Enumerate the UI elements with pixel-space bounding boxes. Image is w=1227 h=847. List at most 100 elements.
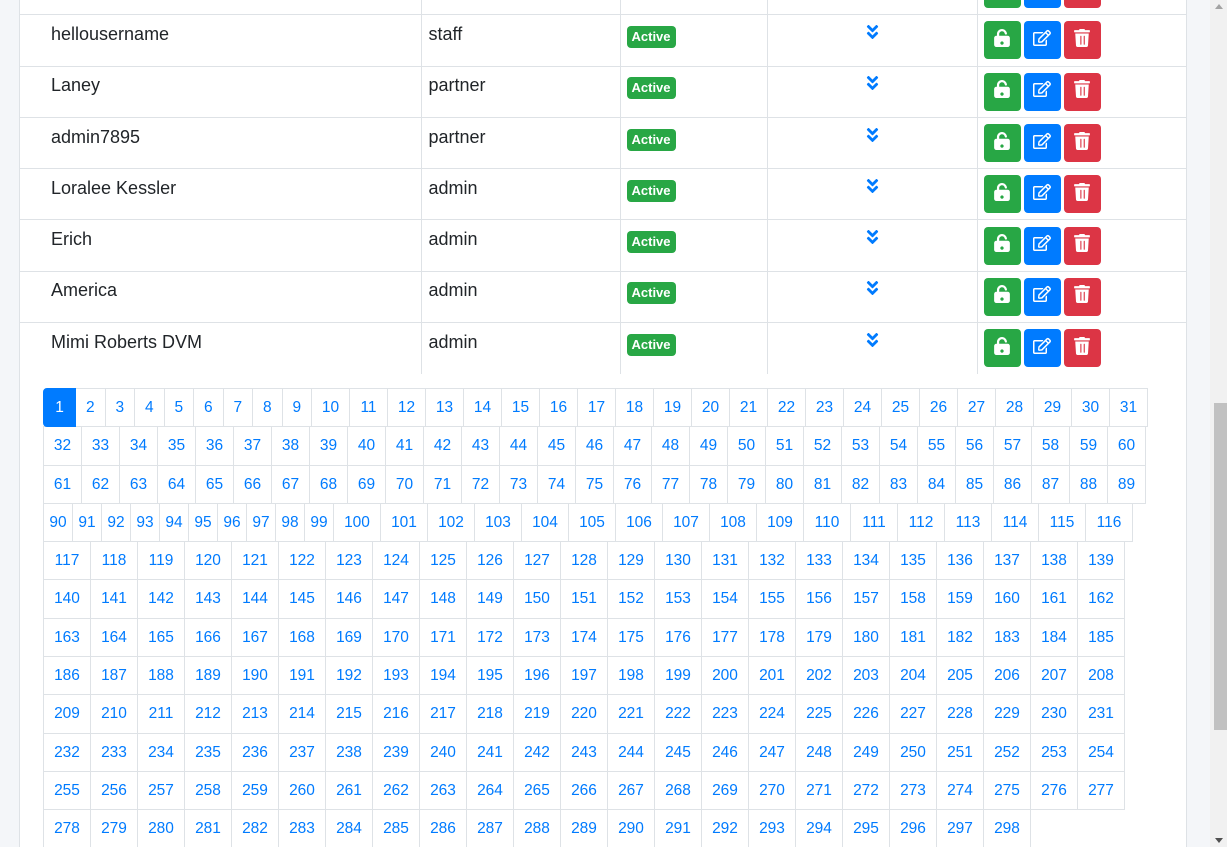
chevron-double-down-icon[interactable] xyxy=(866,177,879,198)
unlock-button[interactable] xyxy=(983,21,1021,60)
chevron-double-down-icon[interactable] xyxy=(866,23,879,44)
page-link-66[interactable]: 66 xyxy=(233,464,272,504)
page-link-242[interactable]: 242 xyxy=(513,732,561,772)
page-link-142[interactable]: 142 xyxy=(137,579,185,619)
page-link-121[interactable]: 121 xyxy=(231,541,279,581)
page-link-19[interactable]: 19 xyxy=(653,388,692,428)
page-link-118[interactable]: 118 xyxy=(90,541,138,581)
edit-button[interactable] xyxy=(1023,175,1061,214)
page-link-31[interactable]: 31 xyxy=(1109,388,1148,428)
page-link-285[interactable]: 285 xyxy=(372,809,420,847)
page-link-30[interactable]: 30 xyxy=(1071,388,1110,428)
page-link-282[interactable]: 282 xyxy=(231,809,279,847)
page-link-87[interactable]: 87 xyxy=(1031,464,1070,504)
page-link-205[interactable]: 205 xyxy=(936,656,984,696)
page-link-29[interactable]: 29 xyxy=(1033,388,1072,428)
unlock-button[interactable] xyxy=(983,124,1021,163)
page-link-162[interactable]: 162 xyxy=(1077,579,1125,619)
page-link-108[interactable]: 108 xyxy=(709,502,757,543)
page-link-110[interactable]: 110 xyxy=(803,502,851,543)
page-link-225[interactable]: 225 xyxy=(795,694,843,734)
page-link-293[interactable]: 293 xyxy=(748,809,796,847)
page-link-83[interactable]: 83 xyxy=(879,464,918,504)
page-link-139[interactable]: 139 xyxy=(1077,541,1125,581)
page-link-234[interactable]: 234 xyxy=(137,732,185,772)
page-link-133[interactable]: 133 xyxy=(795,541,843,581)
page-link-194[interactable]: 194 xyxy=(419,656,467,696)
page-link-96[interactable]: 96 xyxy=(217,502,247,543)
page-link-204[interactable]: 204 xyxy=(889,656,937,696)
page-link-292[interactable]: 292 xyxy=(701,809,749,847)
page-link-254[interactable]: 254 xyxy=(1077,732,1125,772)
page-link-42[interactable]: 42 xyxy=(423,426,462,466)
page-link-278[interactable]: 278 xyxy=(43,809,91,847)
page-link-56[interactable]: 56 xyxy=(955,426,994,466)
page-link-167[interactable]: 167 xyxy=(231,617,279,658)
page-link-134[interactable]: 134 xyxy=(842,541,890,581)
page-link-232[interactable]: 232 xyxy=(43,732,91,772)
page-link-145[interactable]: 145 xyxy=(278,579,326,619)
unlock-button[interactable] xyxy=(983,72,1021,111)
page-link-202[interactable]: 202 xyxy=(795,656,843,696)
page-link-132[interactable]: 132 xyxy=(748,541,796,581)
page-link-294[interactable]: 294 xyxy=(795,809,843,847)
page-link-272[interactable]: 272 xyxy=(842,770,890,811)
page-link-183[interactable]: 183 xyxy=(983,617,1031,658)
page-link-92[interactable]: 92 xyxy=(101,502,131,543)
page-link-190[interactable]: 190 xyxy=(231,656,279,696)
page-link-84[interactable]: 84 xyxy=(917,464,956,504)
page-link-296[interactable]: 296 xyxy=(889,809,937,847)
page-link-113[interactable]: 113 xyxy=(944,502,992,543)
page-link-141[interactable]: 141 xyxy=(90,579,138,619)
page-link-261[interactable]: 261 xyxy=(325,770,373,811)
page-link-3[interactable]: 3 xyxy=(104,388,135,428)
page-link-63[interactable]: 63 xyxy=(119,464,158,504)
page-link-280[interactable]: 280 xyxy=(137,809,185,847)
page-link-188[interactable]: 188 xyxy=(137,656,185,696)
page-link-195[interactable]: 195 xyxy=(466,656,514,696)
page-link-256[interactable]: 256 xyxy=(90,770,138,811)
page-link-226[interactable]: 226 xyxy=(842,694,890,734)
page-link-163[interactable]: 163 xyxy=(43,617,91,658)
page-link-70[interactable]: 70 xyxy=(385,464,424,504)
page-link-78[interactable]: 78 xyxy=(689,464,728,504)
page-link-173[interactable]: 173 xyxy=(513,617,561,658)
page-link-39[interactable]: 39 xyxy=(309,426,348,466)
unlock-button[interactable] xyxy=(983,175,1021,214)
page-link-36[interactable]: 36 xyxy=(195,426,234,466)
page-link-217[interactable]: 217 xyxy=(419,694,467,734)
page-link-184[interactable]: 184 xyxy=(1030,617,1078,658)
page-link-275[interactable]: 275 xyxy=(983,770,1031,811)
page-link-98[interactable]: 98 xyxy=(275,502,305,543)
page-link-250[interactable]: 250 xyxy=(889,732,937,772)
page-link-169[interactable]: 169 xyxy=(325,617,373,658)
page-link-38[interactable]: 38 xyxy=(271,426,310,466)
page-link-136[interactable]: 136 xyxy=(936,541,984,581)
page-link-241[interactable]: 241 xyxy=(466,732,514,772)
page-link-20[interactable]: 20 xyxy=(691,388,730,428)
page-link-75[interactable]: 75 xyxy=(575,464,614,504)
page-link-14[interactable]: 14 xyxy=(463,388,502,428)
page-link-255[interactable]: 255 xyxy=(43,770,91,811)
page-link-279[interactable]: 279 xyxy=(90,809,138,847)
page-link-172[interactable]: 172 xyxy=(466,617,514,658)
chevron-double-down-icon[interactable] xyxy=(866,74,879,95)
page-link-289[interactable]: 289 xyxy=(560,809,608,847)
page-link-287[interactable]: 287 xyxy=(466,809,514,847)
chevron-double-down-icon[interactable] xyxy=(866,331,879,352)
page-link-166[interactable]: 166 xyxy=(184,617,232,658)
page-link-252[interactable]: 252 xyxy=(983,732,1031,772)
page-link-240[interactable]: 240 xyxy=(419,732,467,772)
page-link-128[interactable]: 128 xyxy=(560,541,608,581)
page-link-105[interactable]: 105 xyxy=(568,502,616,543)
page-link-179[interactable]: 179 xyxy=(795,617,843,658)
page-link-101[interactable]: 101 xyxy=(380,502,428,543)
page-link-115[interactable]: 115 xyxy=(1038,502,1086,543)
page-link-283[interactable]: 283 xyxy=(278,809,326,847)
page-link-271[interactable]: 271 xyxy=(795,770,843,811)
page-link-135[interactable]: 135 xyxy=(889,541,937,581)
page-link-51[interactable]: 51 xyxy=(765,426,804,466)
page-link-156[interactable]: 156 xyxy=(795,579,843,619)
page-link-119[interactable]: 119 xyxy=(137,541,185,581)
delete-button[interactable] xyxy=(1063,0,1101,9)
